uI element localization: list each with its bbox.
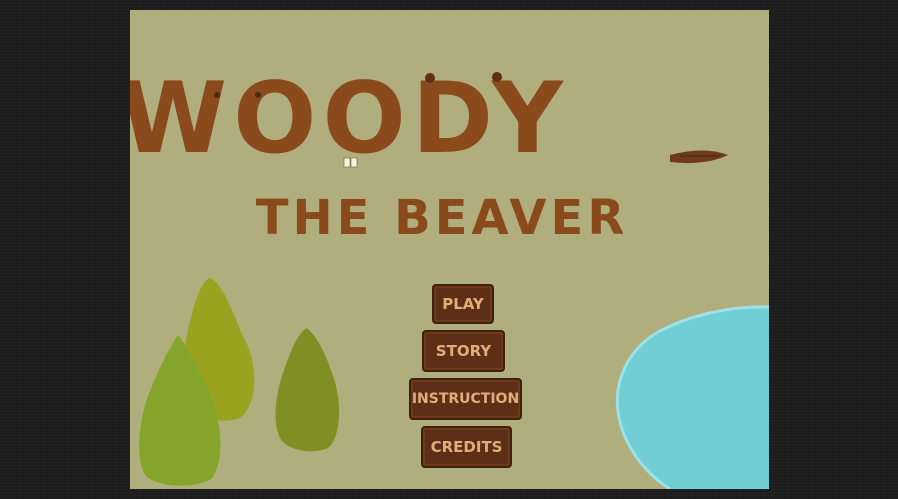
title-subtitle-text: THE BEAVER bbox=[256, 190, 629, 246]
credits-button[interactable]: CREDITS bbox=[421, 426, 512, 468]
tree-right-icon bbox=[275, 328, 340, 452]
pond-icon bbox=[615, 305, 769, 489]
game-canvas: WOODY THE BEAVER PLAY STORY INSTRUCTION … bbox=[130, 10, 769, 489]
play-button[interactable]: PLAY bbox=[432, 284, 494, 324]
beaver-tail-icon bbox=[670, 150, 728, 164]
story-button[interactable]: STORY bbox=[422, 330, 505, 372]
instruction-button[interactable]: INSTRUCTION bbox=[409, 378, 522, 420]
